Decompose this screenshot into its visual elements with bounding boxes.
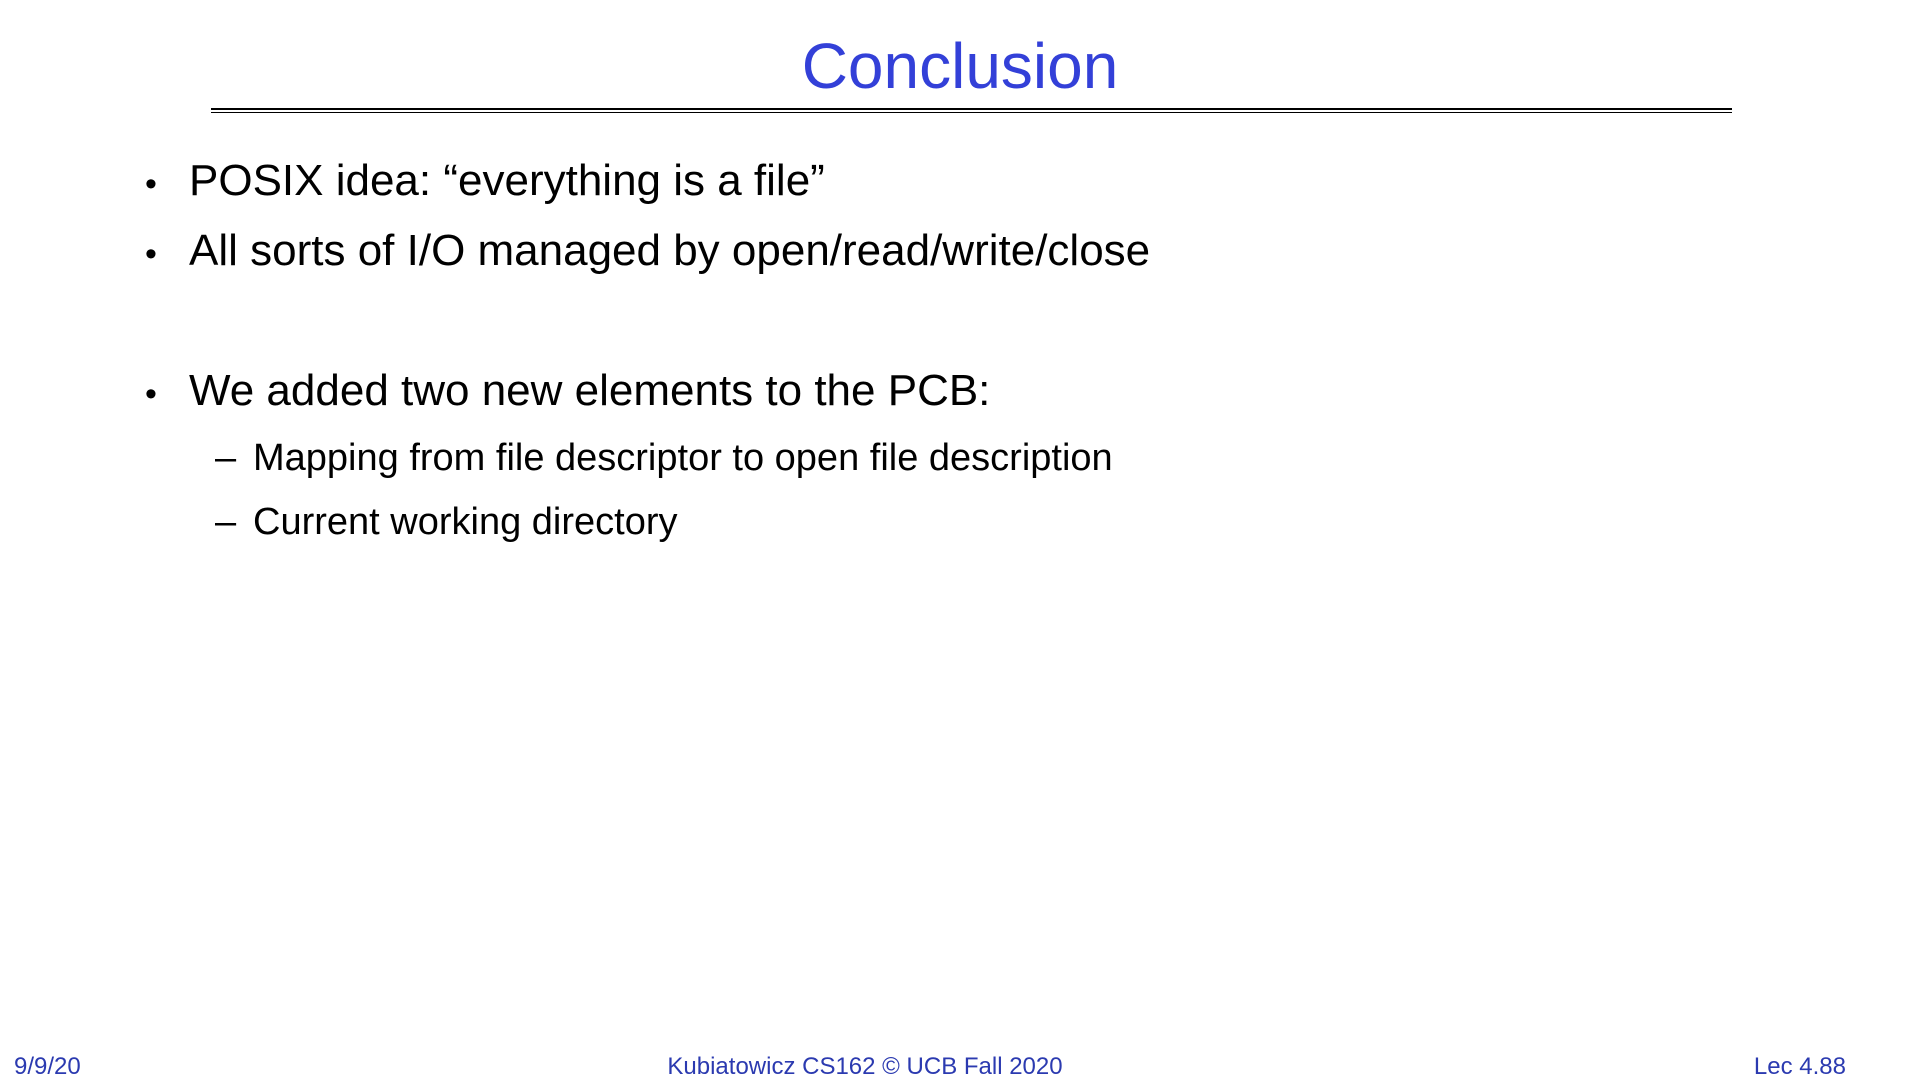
slide-body: • POSIX idea: “everything is a file” • A… <box>145 146 1745 554</box>
bullet-item: • We added two new elements to the PCB: <box>145 356 1745 426</box>
sub-bullet-text: Mapping from file descriptor to open fil… <box>253 437 1113 479</box>
bullet-text: We added two new elements to the PCB: <box>189 366 991 415</box>
sub-bullet-mark: – <box>215 501 237 543</box>
bullet-text: POSIX idea: “everything is a file” <box>189 156 825 205</box>
slide-title: Conclusion <box>801 30 1119 102</box>
bullet-item: • All sorts of I/O managed by open/read/… <box>145 216 1745 286</box>
bullet-mark: • <box>145 375 157 413</box>
bullet-mark: • <box>145 235 157 273</box>
bullet-item: • POSIX idea: “everything is a file” <box>145 146 1745 216</box>
sub-bullet-mark: – <box>215 437 237 479</box>
bullet-text: All sorts of I/O managed by open/read/wr… <box>189 226 1151 275</box>
footer-course: Kubiatowicz CS162 © UCB Fall 2020 <box>667 1053 1063 1080</box>
sub-bullet-text: Current working directory <box>253 501 678 543</box>
footer-page-number: Lec 4.88 <box>1753 1053 1846 1080</box>
bullet-mark: • <box>145 165 157 203</box>
slide: Conclusion • POSIX idea: “everything is … <box>0 0 1920 1080</box>
title-rule-bottom <box>211 112 1732 113</box>
sub-bullet-item: – Current working directory <box>145 490 1745 554</box>
title-rule-top <box>211 108 1732 110</box>
sub-bullet-item: – Mapping from file descriptor to open f… <box>145 426 1745 490</box>
